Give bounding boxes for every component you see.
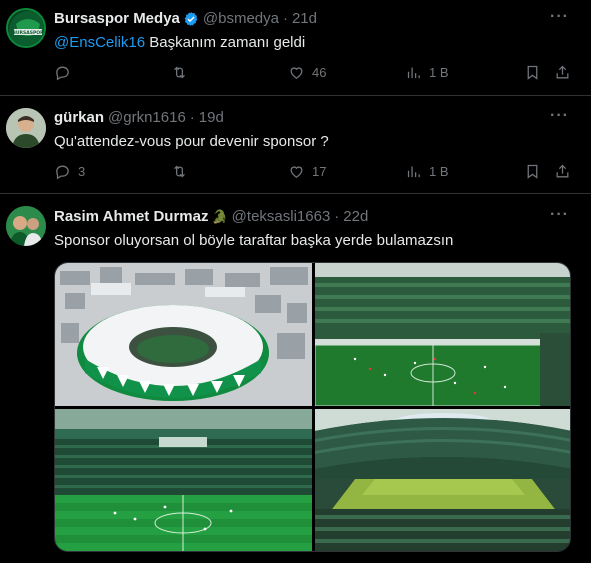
reply-icon bbox=[56, 66, 69, 81]
crocodile-emoji: 🐊 bbox=[211, 208, 228, 224]
like-button[interactable]: 17 bbox=[288, 163, 326, 180]
more-options-icon[interactable]: ··· bbox=[550, 206, 569, 224]
verified-badge-icon bbox=[184, 11, 198, 26]
reply-count: 3 bbox=[78, 164, 86, 179]
mention-link[interactable]: @EnsCelik16 bbox=[54, 34, 145, 51]
avatar-text: BURSASPOR bbox=[12, 30, 44, 36]
author-handle[interactable]: @teksasli1663 bbox=[232, 208, 331, 225]
repost-button[interactable] bbox=[171, 163, 195, 180]
tweet-text: @EnsCelik16 Başkanım zamanı geldi bbox=[54, 34, 305, 51]
photo-snowy-stadium-aerial[interactable] bbox=[55, 263, 312, 406]
author-handle[interactable]: @grkn1616 bbox=[108, 109, 186, 126]
separator-dot: · bbox=[282, 10, 288, 27]
views-button[interactable]: 1 B bbox=[405, 163, 449, 180]
share-icon bbox=[556, 65, 569, 79]
views-count: 1 B bbox=[429, 65, 449, 80]
tweet-text-body: Başkanım zamanı geldi bbox=[145, 34, 306, 51]
reply-icon bbox=[56, 165, 69, 180]
tweet-time[interactable]: 19d bbox=[199, 109, 224, 126]
views-button[interactable]: 1 B bbox=[405, 64, 449, 81]
photo-stadium-crowd-day[interactable] bbox=[315, 263, 570, 406]
more-options-icon[interactable]: ··· bbox=[550, 107, 569, 125]
repost-button[interactable] bbox=[171, 64, 195, 81]
reply-button[interactable]: 3 bbox=[54, 163, 85, 180]
separator-dot: · bbox=[334, 208, 340, 225]
like-icon bbox=[290, 166, 303, 178]
author-name[interactable]: Bursaspor Medya bbox=[54, 10, 180, 27]
like-count: 17 bbox=[312, 164, 327, 179]
views-count: 1 B bbox=[429, 164, 449, 179]
share-button[interactable] bbox=[554, 163, 571, 180]
tweet-time[interactable]: 22d bbox=[343, 208, 368, 225]
bookmark-button[interactable] bbox=[524, 163, 541, 180]
tweet-actions: 3 17 1 B bbox=[54, 163, 574, 183]
avatar-gurkan[interactable] bbox=[6, 108, 46, 148]
tweet-gurkan[interactable]: gürkan @grkn1616 · 19d ··· Qu'attendez-v… bbox=[0, 96, 591, 194]
photo-stadium-match[interactable] bbox=[55, 409, 312, 551]
more-options-icon[interactable]: ··· bbox=[550, 8, 569, 26]
tweet-actions: 46 1 B bbox=[54, 64, 574, 84]
views-icon bbox=[407, 166, 420, 178]
bookmark-button[interactable] bbox=[524, 64, 541, 81]
avatar-bursaspor[interactable]: BURSASPOR bbox=[6, 8, 46, 48]
share-icon bbox=[556, 164, 569, 178]
photo-stadium-roof-view[interactable] bbox=[315, 409, 570, 551]
like-icon bbox=[290, 67, 303, 79]
like-button[interactable]: 46 bbox=[288, 64, 326, 81]
media-grid bbox=[54, 262, 571, 552]
like-count: 46 bbox=[312, 65, 327, 80]
author-name[interactable]: gürkan bbox=[54, 109, 104, 126]
bookmark-icon bbox=[527, 65, 538, 80]
share-button[interactable] bbox=[554, 64, 571, 81]
repost-icon bbox=[174, 66, 185, 79]
bookmark-icon bbox=[527, 164, 538, 179]
repost-icon bbox=[174, 165, 185, 178]
tweet-bursaspor[interactable]: BURSASPOR Bursaspor Medya @bsmedya · 21d… bbox=[0, 0, 591, 96]
tweet-time[interactable]: 21d bbox=[292, 10, 317, 27]
reply-button[interactable] bbox=[54, 64, 78, 81]
tweet-text: Qu'attendez-vous pour devenir sponsor ? bbox=[54, 133, 329, 150]
avatar-rasim[interactable] bbox=[6, 206, 46, 246]
views-icon bbox=[407, 67, 420, 79]
author-name[interactable]: Rasim Ahmet Durmaz bbox=[54, 208, 208, 225]
separator-dot: · bbox=[189, 109, 195, 126]
tweet-text: Sponsor oluyorsan ol böyle taraftar başk… bbox=[54, 232, 454, 249]
author-handle[interactable]: @bsmedya bbox=[203, 10, 279, 27]
